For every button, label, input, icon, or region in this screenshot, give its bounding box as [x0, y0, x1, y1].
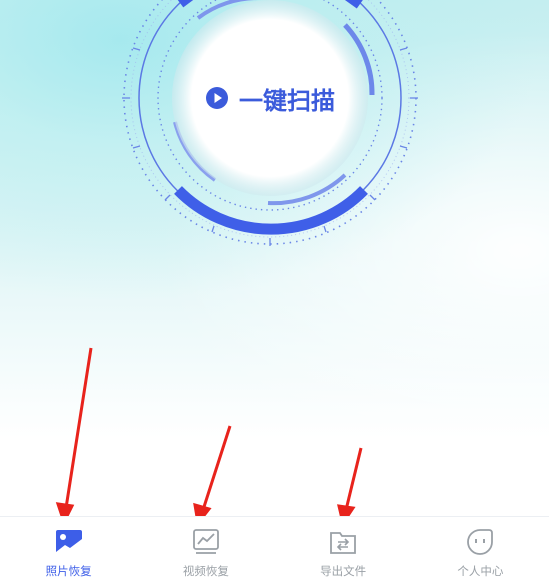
tab-export-files[interactable]: 导出文件	[275, 517, 412, 582]
profile-face-icon	[467, 529, 494, 555]
bottom-tab-bar: 照片恢复 视频恢复 导出文件 个人中心	[0, 516, 549, 582]
tab-video-label: 视频恢复	[182, 564, 229, 578]
arrow-export-line	[344, 447, 363, 511]
arrow-photo-line	[64, 347, 93, 509]
tab-personal-center[interactable]: 个人中心	[412, 517, 549, 582]
tab-video-recovery[interactable]: 视频恢复	[137, 517, 274, 582]
arrow-video-line	[201, 425, 232, 511]
tab-profile-label: 个人中心	[457, 564, 504, 578]
photo-icon	[55, 530, 82, 554]
export-folder-icon	[330, 532, 357, 554]
annotation-arrows	[55, 347, 363, 527]
tab-photo-label: 照片恢复	[45, 564, 92, 578]
tab-export-label: 导出文件	[320, 564, 367, 578]
video-chart-icon	[192, 529, 219, 554]
tab-photo-recovery[interactable]: 照片恢复	[0, 517, 137, 582]
